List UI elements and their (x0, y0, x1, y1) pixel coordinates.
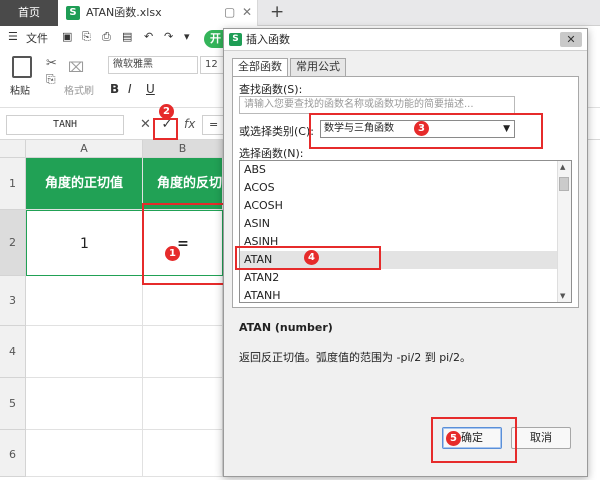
insert-function-dialog: S 插入函数 ✕ 全部函数 常用公式 查找函数(S): 请输入您要查找的函数名称… (223, 28, 588, 477)
annotation-box-confirm (153, 118, 178, 140)
underline-icon[interactable]: U (146, 82, 155, 96)
window-icon[interactable]: ▢ (224, 5, 235, 19)
save-icon[interactable]: ▣ (62, 30, 72, 43)
hamburger-icon[interactable]: ☰ (8, 30, 18, 43)
copy-icon[interactable]: ⎘ (46, 72, 56, 87)
grid-cell[interactable] (143, 430, 223, 477)
paste-button[interactable]: 粘贴 (10, 82, 30, 97)
tab-file[interactable]: S ATAN函数.xlsx ▢ ✕ (58, 0, 258, 26)
tab-home[interactable]: 首页 (0, 0, 58, 26)
scroll-thumb[interactable] (559, 177, 569, 191)
grid-cell[interactable] (143, 326, 223, 378)
tab-bar: 首页 S ATAN函数.xlsx ▢ ✕ + (0, 0, 600, 26)
new-tab-button[interactable]: + (270, 2, 284, 22)
cell-a1[interactable]: 角度的正切值 (26, 158, 143, 210)
grid-cell[interactable] (26, 276, 143, 326)
export-icon[interactable]: ⎘ (82, 30, 91, 44)
cell-a2[interactable]: 1 (26, 210, 143, 276)
format-painter-button[interactable]: 格式刷 (64, 82, 94, 97)
function-search-input[interactable]: 请输入您要查找的函数名称或函数功能的简要描述... (239, 96, 515, 114)
function-syntax: ATAN (number) (239, 321, 333, 334)
tab-common-formulas[interactable]: 常用公式 (290, 58, 346, 76)
insert-function-icon[interactable]: fx (184, 117, 195, 131)
list-item[interactable]: ACOSH (240, 197, 557, 215)
category-label: 或选择类别(C): (239, 125, 314, 138)
annotation-marker-1: 1 (165, 246, 180, 261)
undo-icon[interactable]: ↶ (144, 30, 153, 43)
print-icon[interactable]: ⎙ (102, 30, 111, 44)
annotation-marker-5: 5 (446, 431, 461, 446)
format-painter-icon[interactable]: ⌧ (68, 60, 84, 76)
annotation-box-ok (431, 417, 517, 463)
function-list-label: 选择函数(N): (239, 147, 304, 160)
column-header-a[interactable]: A (26, 140, 143, 158)
spreadsheet-icon: S (66, 6, 80, 20)
annotation-box-cell (142, 203, 233, 285)
row-header-6[interactable]: 6 (0, 430, 26, 477)
dropdown-icon[interactable]: ▾ (184, 30, 190, 43)
row-header-1[interactable]: 1 (0, 158, 26, 210)
annotation-marker-2: 2 (159, 104, 174, 119)
italic-icon[interactable]: I (128, 82, 132, 96)
font-family-select[interactable]: 微软雅黑 (108, 56, 198, 74)
row-header-4[interactable]: 4 (0, 326, 26, 378)
annotation-marker-4: 4 (304, 250, 319, 265)
grid-cell[interactable] (26, 326, 143, 378)
function-list[interactable]: ABS ACOS ACOSH ASIN ASINH ATAN ATAN2 ATA… (239, 160, 572, 303)
row-header-3[interactable]: 3 (0, 276, 26, 326)
tab-file-label: ATAN函数.xlsx (86, 6, 162, 19)
dialog-title-bar[interactable]: S 插入函数 ✕ (224, 29, 587, 51)
list-item[interactable]: ACOS (240, 179, 557, 197)
list-item[interactable]: ATANH (240, 287, 557, 302)
redo-icon[interactable]: ↷ (164, 30, 173, 43)
function-description: 返回反正切值。弧度值的范围为 -pi/2 到 pi/2。 (239, 351, 471, 364)
cancel-button[interactable]: 取消 (511, 427, 571, 449)
cut-icon[interactable]: ✂ (46, 56, 57, 71)
grid-cell[interactable] (143, 378, 223, 430)
cancel-formula-icon[interactable]: ✕ (140, 117, 151, 132)
scroll-down-icon[interactable]: ▼ (560, 292, 565, 300)
grid-cell[interactable] (26, 378, 143, 430)
tab-all-functions[interactable]: 全部函数 (232, 58, 288, 77)
annotation-marker-3: 3 (414, 121, 429, 136)
search-label: 查找函数(S): (239, 83, 303, 96)
list-item[interactable]: ASIN (240, 215, 557, 233)
list-item[interactable]: ABS (240, 161, 557, 179)
paste-icon[interactable] (12, 56, 32, 78)
row-header-5[interactable]: 5 (0, 378, 26, 430)
scroll-up-icon[interactable]: ▲ (560, 163, 565, 171)
close-icon[interactable]: ✕ (242, 5, 252, 19)
menu-file[interactable]: 文件 (26, 30, 48, 46)
preview-icon[interactable]: ▤ (122, 30, 132, 43)
dialog-title: 插入函数 (246, 33, 290, 46)
row-header-2[interactable]: 2 (0, 210, 26, 276)
name-box[interactable]: TANH (6, 115, 124, 135)
grid-cell[interactable] (26, 430, 143, 477)
column-header-b[interactable]: B (143, 140, 223, 158)
bold-icon[interactable]: B (110, 82, 119, 96)
app-icon: S (229, 33, 242, 46)
list-item[interactable]: ATAN2 (240, 269, 557, 287)
dialog-close-button[interactable]: ✕ (560, 32, 582, 47)
select-all-corner[interactable] (0, 140, 26, 158)
